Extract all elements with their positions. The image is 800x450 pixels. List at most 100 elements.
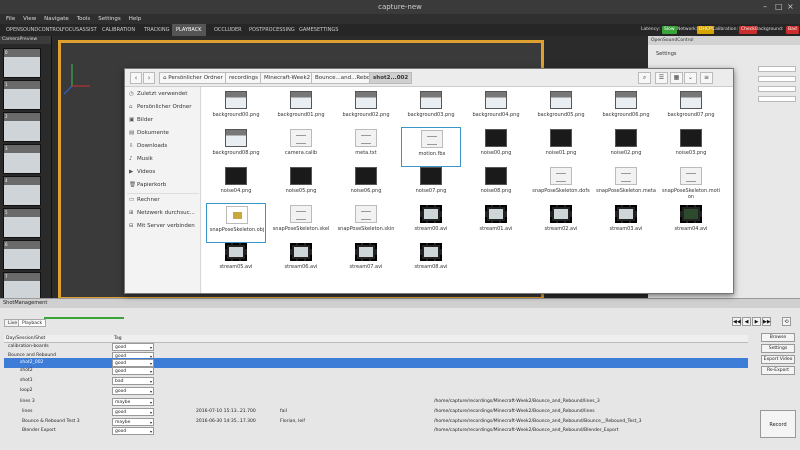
file-item[interactable]: background01.png — [271, 89, 331, 129]
back-icon[interactable]: ‹ — [130, 72, 142, 84]
menu-file[interactable]: File — [6, 16, 15, 22]
file-item[interactable]: motion.fbx — [401, 127, 461, 167]
place-home[interactable]: ⌂ Persönlicher Ordner — [129, 104, 192, 110]
breadcrumb-home[interactable]: ⌂ Persönlicher Ordner — [159, 72, 227, 84]
file-item[interactable]: noise07.png — [401, 165, 461, 205]
place-downloads[interactable]: ⇩ Downloads — [129, 143, 167, 149]
menu-help[interactable]: Help — [129, 16, 142, 22]
menu-view[interactable]: View — [23, 16, 36, 22]
table-row[interactable]: shot2 good — [4, 366, 748, 376]
fast-forward-button[interactable]: ▶▶ — [762, 317, 771, 326]
file-item[interactable]: stream06.avi — [271, 241, 331, 281]
play-button[interactable]: ▶ — [752, 317, 761, 326]
place-videos[interactable]: ▶ Videos — [129, 169, 155, 175]
table-row[interactable]: lines 3 maybe /home/capture/recordings/M… — [4, 397, 748, 407]
table-row[interactable]: lines good 2016-07-10 15:13... 21.700 fa… — [4, 407, 748, 417]
place-music[interactable]: ♪ Musik — [129, 156, 153, 162]
file-item[interactable]: background03.png — [401, 89, 461, 129]
grid-view-icon[interactable]: ▦ — [670, 72, 683, 84]
file-item[interactable]: snapPoseSkeleton.dofs — [531, 165, 591, 205]
file-item[interactable]: stream08.avi — [401, 241, 461, 281]
tag-select[interactable]: good — [112, 427, 154, 435]
file-item[interactable]: meta.txt — [336, 127, 396, 167]
settings-field[interactable] — [758, 86, 796, 92]
place-documents[interactable]: ▤ Dokumente — [129, 130, 169, 136]
place-trash[interactable]: 🗑Papierkorb — [129, 182, 166, 188]
place-pictures[interactable]: ▣ Bilder — [129, 117, 153, 123]
breadcrumb-week[interactable]: Minecraft-Week2 — [260, 72, 315, 84]
timeline-bar[interactable] — [44, 317, 124, 319]
menu-settings[interactable]: Settings — [98, 16, 121, 22]
rewind-button[interactable]: ◀◀ — [732, 317, 741, 326]
file-item[interactable]: snapPoseSkeleton.skin — [336, 203, 396, 243]
list-view-icon[interactable]: ☰ — [655, 72, 668, 84]
file-item[interactable]: snapPoseSkeleton.skel — [271, 203, 331, 243]
step-back-button[interactable]: ◀ — [742, 317, 751, 326]
camera-thumb[interactable]: 0 — [3, 48, 41, 78]
forward-icon[interactable]: › — [143, 72, 155, 84]
maximize-icon[interactable]: □ — [775, 2, 783, 11]
file-item[interactable]: background05.png — [531, 89, 591, 129]
browse-button[interactable]: Browse — [761, 333, 795, 342]
export-video-button[interactable]: Export Video — [761, 355, 795, 364]
file-item[interactable]: background06.png — [596, 89, 656, 129]
re-export-button[interactable]: Re-Export — [761, 366, 795, 375]
tab-gamesettings[interactable]: GAMESETTINGS — [295, 24, 342, 36]
tag-select[interactable]: maybe — [112, 398, 154, 406]
tab-playback[interactable]: PLAYBACK — [172, 24, 206, 36]
camera-thumb[interactable]: 1 — [3, 80, 41, 110]
place-recent[interactable]: ◷ Zuletzt verwendet — [129, 91, 187, 97]
tag-select[interactable]: good — [112, 387, 154, 395]
camera-thumb[interactable]: 2 — [3, 112, 41, 142]
file-item[interactable]: noise04.png — [206, 165, 266, 205]
file-item[interactable]: noise02.png — [596, 127, 656, 167]
file-item[interactable]: stream04.avi — [661, 203, 721, 243]
tab-occluder[interactable]: OCCLUDER — [210, 24, 246, 36]
search-icon[interactable]: ⌕ — [638, 72, 651, 84]
tab-playback-shots[interactable]: Playback — [18, 319, 47, 327]
tag-select[interactable]: good — [112, 367, 154, 375]
tab-postprocessing[interactable]: POSTPROCESSING — [245, 24, 299, 36]
settings-field[interactable] — [758, 66, 796, 72]
file-item[interactable]: stream02.avi — [531, 203, 591, 243]
tab-opensoundcontrol[interactable]: OPENSOUNDCONTROL — [2, 24, 67, 36]
table-row[interactable]: shot1 bad — [4, 376, 748, 386]
tab-focusassist[interactable]: FOCUSASSIST — [58, 24, 101, 36]
file-item[interactable]: stream03.avi — [596, 203, 656, 243]
settings-button[interactable]: Settings — [761, 344, 795, 353]
tag-select[interactable]: good — [112, 343, 154, 351]
settings-field[interactable] — [758, 76, 796, 82]
file-item[interactable]: snapPoseSkeleton.obj — [206, 203, 266, 243]
file-item[interactable]: background00.png — [206, 89, 266, 129]
table-row[interactable]: loop2 good — [4, 386, 748, 396]
tag-select[interactable]: maybe — [112, 418, 154, 426]
camera-thumb[interactable]: 3 — [3, 144, 41, 174]
file-item[interactable]: background02.png — [336, 89, 396, 129]
chevron-down-icon[interactable]: ⌄ — [684, 72, 697, 84]
menu-icon[interactable]: ≡ — [700, 72, 713, 84]
file-item[interactable]: noise06.png — [336, 165, 396, 205]
file-item[interactable]: stream01.avi — [466, 203, 526, 243]
place-connect-server[interactable]: ⊟ Mit Server verbinden — [129, 223, 195, 229]
tab-calibration[interactable]: CALIBRATION — [98, 24, 139, 36]
breadcrumb-current[interactable]: shot2...002 — [369, 72, 413, 84]
file-item[interactable]: stream07.avi — [336, 241, 396, 281]
file-item[interactable]: background04.png — [466, 89, 526, 129]
file-item[interactable]: noise00.png — [466, 127, 526, 167]
minimize-icon[interactable]: – — [763, 2, 767, 11]
settings-field[interactable] — [758, 96, 796, 102]
file-item[interactable]: background08.png — [206, 127, 266, 167]
file-item[interactable]: snapPoseSkeleton.meta — [596, 165, 656, 205]
tag-select[interactable]: bad — [112, 377, 154, 385]
record-button[interactable]: Record — [760, 410, 796, 438]
file-item[interactable]: noise08.png — [466, 165, 526, 205]
camera-thumb[interactable]: 6 — [3, 240, 41, 270]
file-item[interactable]: stream00.avi — [401, 203, 461, 243]
place-computer[interactable]: ▭ Rechner — [129, 197, 160, 203]
camera-thumb[interactable]: 4 — [3, 176, 41, 206]
file-item[interactable]: noise05.png — [271, 165, 331, 205]
camera-thumb[interactable]: 5 — [3, 208, 41, 238]
file-item[interactable]: stream05.avi — [206, 241, 266, 281]
file-item[interactable]: camera.calib — [271, 127, 331, 167]
file-item[interactable]: noise01.png — [531, 127, 591, 167]
